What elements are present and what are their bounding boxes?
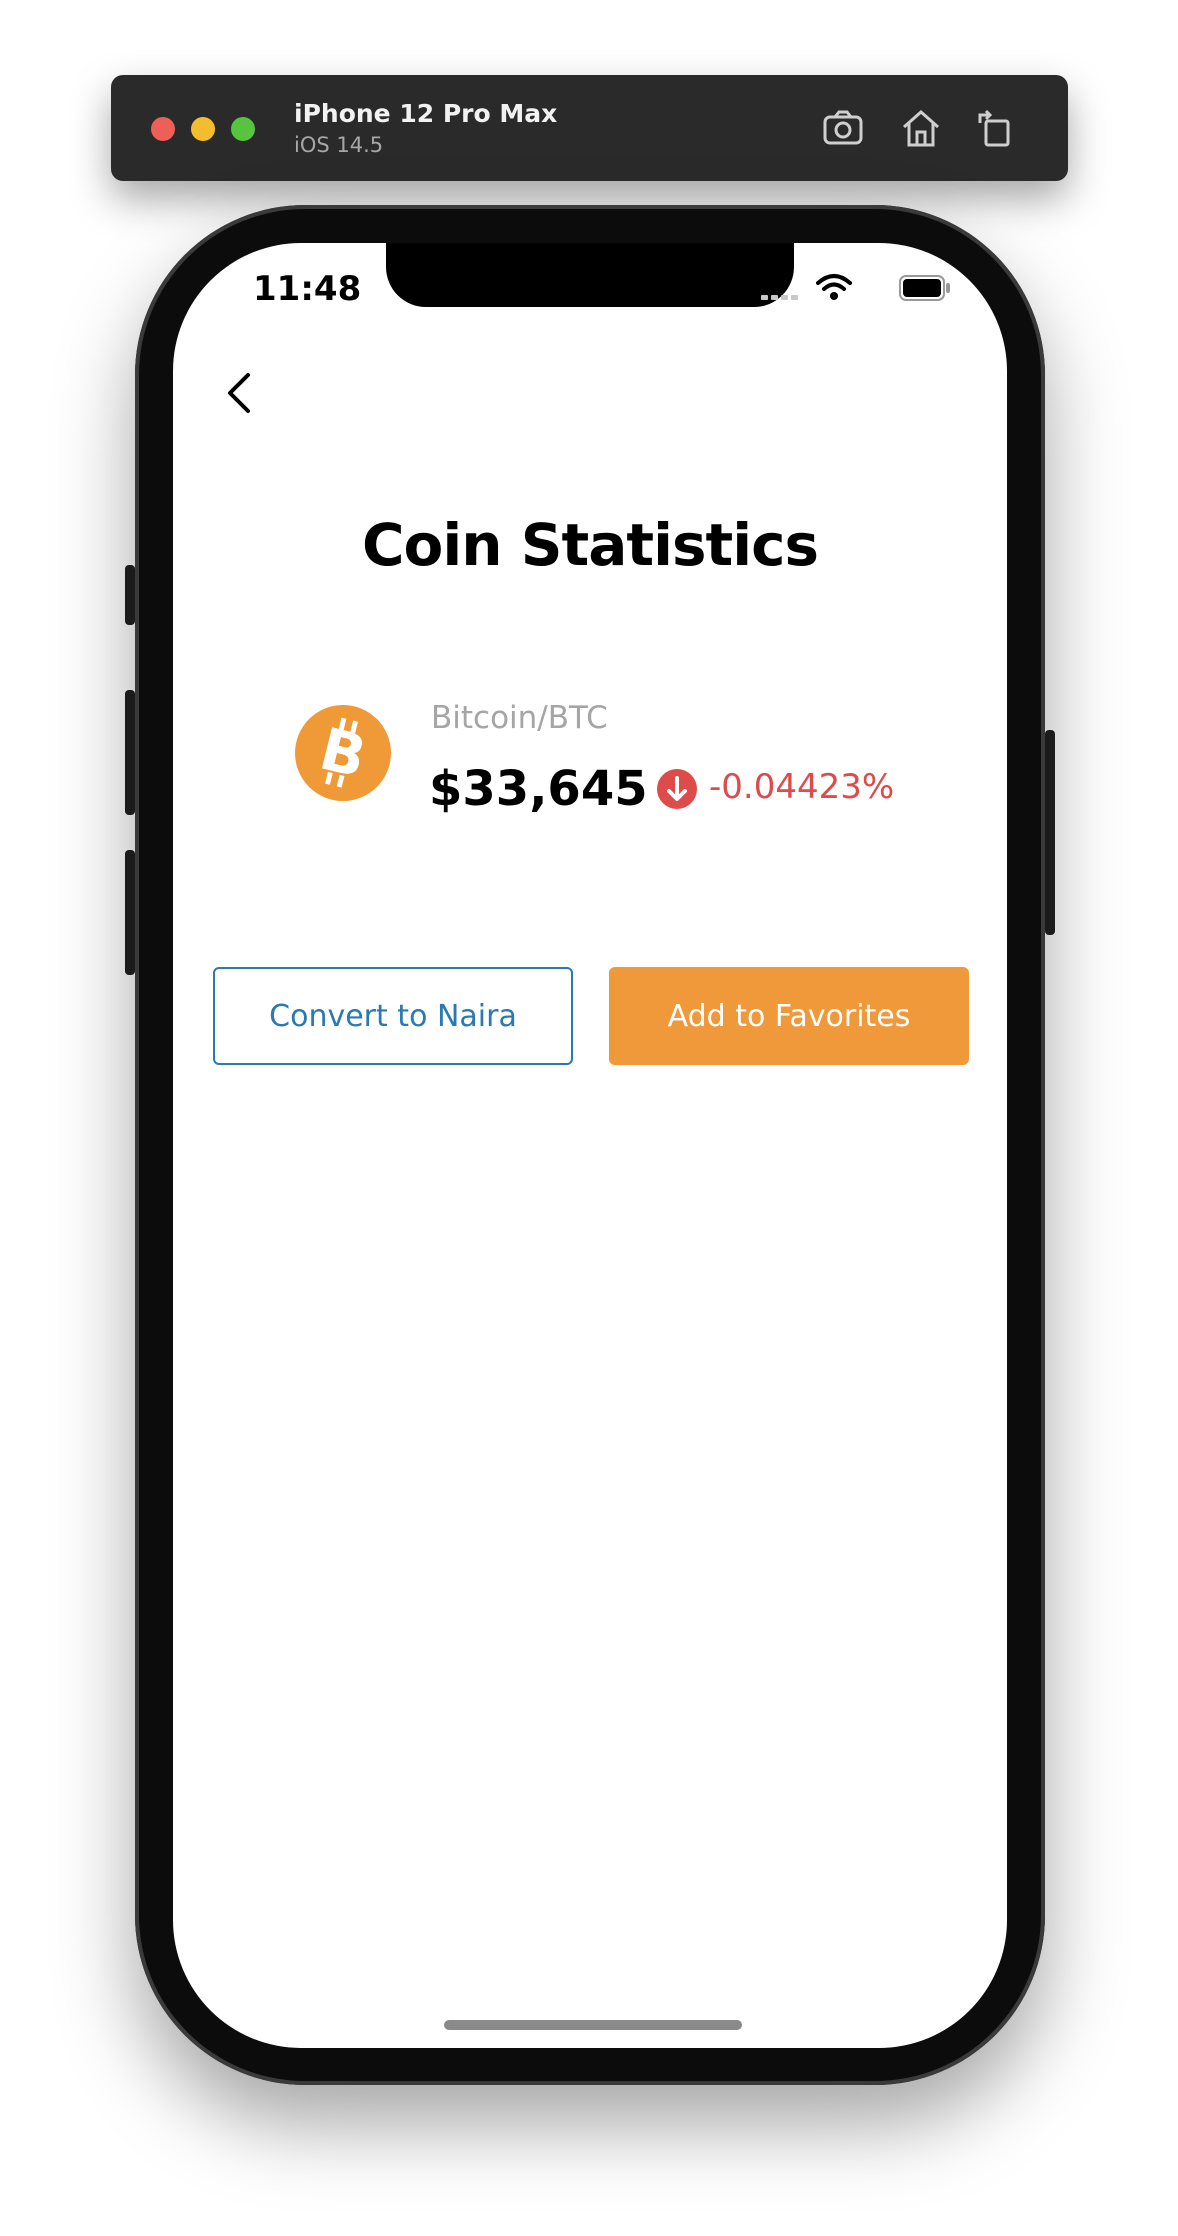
wifi-icon (816, 274, 852, 300)
coin-price: $33,645 (429, 761, 648, 817)
rotate-icon[interactable] (972, 105, 1018, 151)
arrow-down-icon (657, 769, 697, 809)
home-icon[interactable] (898, 105, 944, 151)
volume-down-button (125, 850, 135, 975)
price-change-percent: -0.04423% (709, 767, 895, 807)
simulator-os-version: iOS 14.5 (294, 133, 384, 157)
screenshot-icon[interactable] (820, 105, 866, 151)
coin-name: Bitcoin/BTC (431, 700, 608, 736)
simulator-device-name: iPhone 12 Pro Max (294, 99, 558, 128)
back-button[interactable] (209, 363, 269, 423)
bitcoin-icon: B (295, 705, 391, 801)
home-indicator[interactable] (444, 2020, 742, 2030)
battery-icon (899, 275, 950, 301)
notch (386, 243, 794, 307)
volume-up-button (125, 690, 135, 815)
cellular-signal-icon (761, 295, 798, 300)
status-icons (751, 273, 951, 303)
mute-switch (125, 565, 135, 625)
simulator-titlebar: iPhone 12 Pro Max iOS 14.5 (111, 75, 1068, 181)
status-time: 11:48 (253, 269, 362, 309)
chevron-left-icon (228, 373, 250, 413)
app-screen: 11:48 Coin Statistics B Bitcoin/BTC $33,… (173, 243, 1007, 2048)
power-button (1045, 730, 1055, 935)
add-to-favorites-button[interactable]: Add to Favorites (609, 967, 969, 1065)
convert-to-naira-button[interactable]: Convert to Naira (213, 967, 573, 1065)
zoom-window-button[interactable] (231, 117, 255, 141)
page-title: Coin Statistics (361, 511, 819, 579)
minimize-window-button[interactable] (191, 117, 215, 141)
close-window-button[interactable] (151, 117, 175, 141)
